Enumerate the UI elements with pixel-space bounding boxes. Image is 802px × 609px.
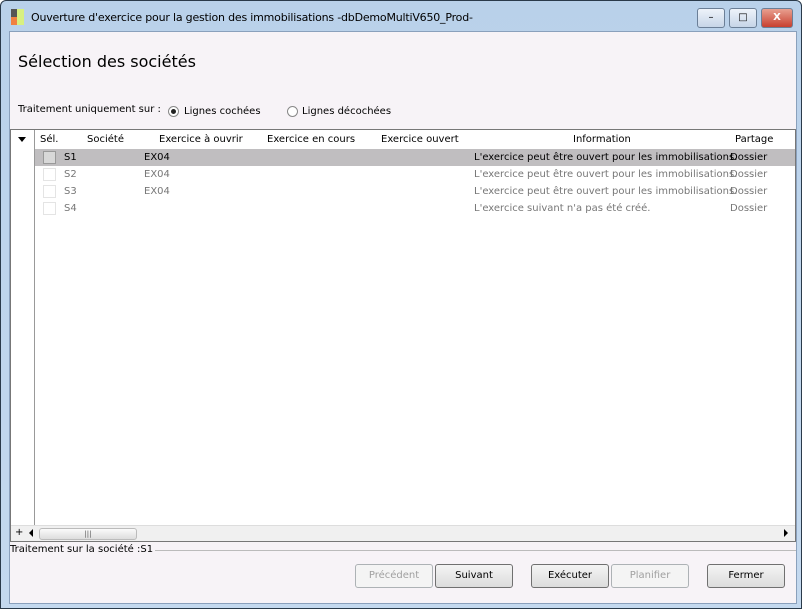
cell-information: L'exercice peut être ouvert pour les imm…	[474, 152, 738, 163]
cell-partage: Dossier	[730, 169, 768, 180]
cell-societe: S1	[64, 152, 77, 163]
radio-lignes-decochees[interactable]	[287, 106, 298, 117]
cell-partage: Dossier	[730, 152, 768, 163]
page-title: Sélection des sociétés	[18, 52, 196, 71]
cell-information: L'exercice peut être ouvert pour les imm…	[474, 169, 738, 180]
col-header-exercice-a-ouvrir[interactable]: Exercice à ouvrir	[159, 134, 243, 145]
cell-societe: S3	[64, 186, 77, 197]
radio-label-cochees[interactable]: Lignes cochées	[184, 106, 261, 117]
next-button[interactable]: Suivant	[435, 564, 513, 588]
cell-exercice-a-ouvrir: EX04	[144, 152, 170, 163]
cell-information: L'exercice peut être ouvert pour les imm…	[474, 186, 738, 197]
row-checkbox[interactable]	[43, 151, 56, 164]
cell-societe: S2	[64, 169, 77, 180]
row-checkbox[interactable]	[43, 185, 56, 198]
previous-button[interactable]: Précédent	[355, 564, 433, 588]
cell-exercice-a-ouvrir: EX04	[144, 169, 170, 180]
column-menu-icon[interactable]	[18, 137, 26, 142]
cell-societe: S4	[64, 203, 77, 214]
companies-grid: Sél. Société Exercice à ouvrir Exercice …	[10, 129, 796, 542]
client-area: Sélection des sociétés Traitement unique…	[9, 31, 797, 604]
close-button[interactable]: Fermer	[707, 564, 785, 588]
cell-information: L'exercice suivant n'a pas été créé.	[474, 203, 651, 214]
window: Ouverture d'exercice pour la gestion des…	[0, 0, 802, 609]
row-checkbox[interactable]	[43, 202, 56, 215]
col-header-partage[interactable]: Partage	[735, 134, 773, 145]
close-window-button[interactable]: X	[761, 8, 793, 28]
table-row[interactable]: S3 EX04 L'exercice peut être ouvert pour…	[35, 183, 795, 200]
scroll-left-icon[interactable]	[29, 529, 33, 537]
col-header-societe[interactable]: Société	[87, 134, 124, 145]
cell-partage: Dossier	[730, 203, 768, 214]
col-header-sel[interactable]: Sél.	[40, 134, 58, 145]
col-header-exercice-ouvert[interactable]: Exercice ouvert	[381, 134, 459, 145]
cell-partage: Dossier	[730, 186, 768, 197]
maximize-button[interactable]: □	[729, 8, 757, 28]
status-label: Traitement sur la société :S1	[10, 544, 156, 555]
expand-button[interactable]: +	[15, 527, 23, 538]
row-header-column	[11, 130, 35, 525]
table-row[interactable]: S1 EX04 L'exercice peut être ouvert pour…	[35, 149, 795, 166]
table-row[interactable]: S4 L'exercice suivant n'a pas été créé. …	[35, 200, 795, 217]
filter-label: Traitement uniquement sur :	[18, 104, 161, 115]
col-header-information[interactable]: Information	[573, 134, 631, 145]
cell-exercice-a-ouvrir: EX04	[144, 186, 170, 197]
app-icon	[11, 9, 25, 25]
radio-lignes-cochees[interactable]	[168, 106, 179, 117]
table-row[interactable]: S2 EX04 L'exercice peut être ouvert pour…	[35, 166, 795, 183]
minimize-button[interactable]: –	[697, 8, 725, 28]
horizontal-scrollbar[interactable]: + |||	[11, 525, 795, 541]
schedule-button[interactable]: Planifier	[611, 564, 689, 588]
radio-label-decochees[interactable]: Lignes décochées	[302, 106, 391, 117]
window-title: Ouverture d'exercice pour la gestion des…	[31, 11, 473, 24]
row-checkbox[interactable]	[43, 168, 56, 181]
col-header-exercice-en-cours[interactable]: Exercice en cours	[267, 134, 355, 145]
scrollbar-thumb[interactable]: |||	[39, 528, 137, 540]
scroll-right-icon[interactable]	[784, 529, 788, 537]
execute-button[interactable]: Exécuter	[531, 564, 609, 588]
